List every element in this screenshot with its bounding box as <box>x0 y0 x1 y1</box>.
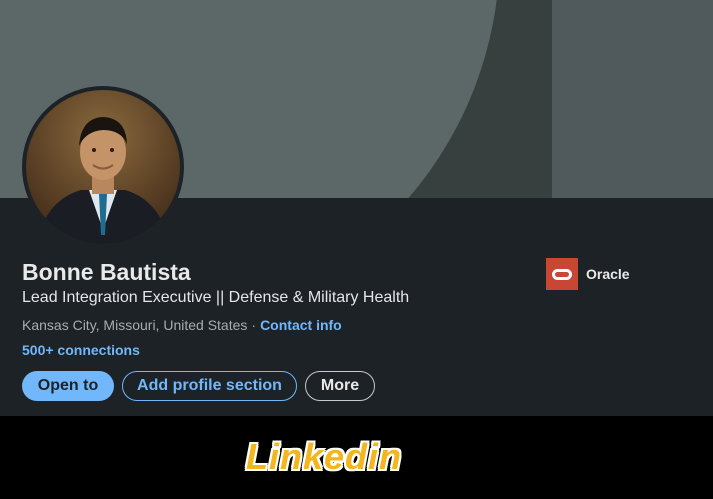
connections-link[interactable]: 500+ connections <box>22 342 140 358</box>
open-to-button[interactable]: Open to <box>22 371 114 401</box>
profile-card: Bonne Bautista Lead Integration Executiv… <box>0 0 713 416</box>
connections-row: 500+ connections <box>22 342 140 358</box>
current-company[interactable]: Oracle <box>546 258 630 290</box>
oracle-logo-icon <box>546 258 578 290</box>
contact-info-link[interactable]: Contact info <box>260 317 342 333</box>
profile-name: Bonne Bautista <box>22 259 191 285</box>
company-name: Oracle <box>586 266 630 282</box>
profile-location: Kansas City, Missouri, United States <box>22 317 248 333</box>
location-separator: · <box>251 317 257 333</box>
linkedin-caption: Linkedin <box>245 436 402 477</box>
more-button[interactable]: More <box>305 371 375 401</box>
add-profile-section-button[interactable]: Add profile section <box>122 371 297 401</box>
profile-location-line: Kansas City, Missouri, United States · Con… <box>22 317 342 333</box>
profile-avatar[interactable] <box>22 86 184 248</box>
profile-headline: Lead Integration Executive || Defense & … <box>22 289 410 306</box>
avatar-portrait-icon <box>36 117 170 244</box>
